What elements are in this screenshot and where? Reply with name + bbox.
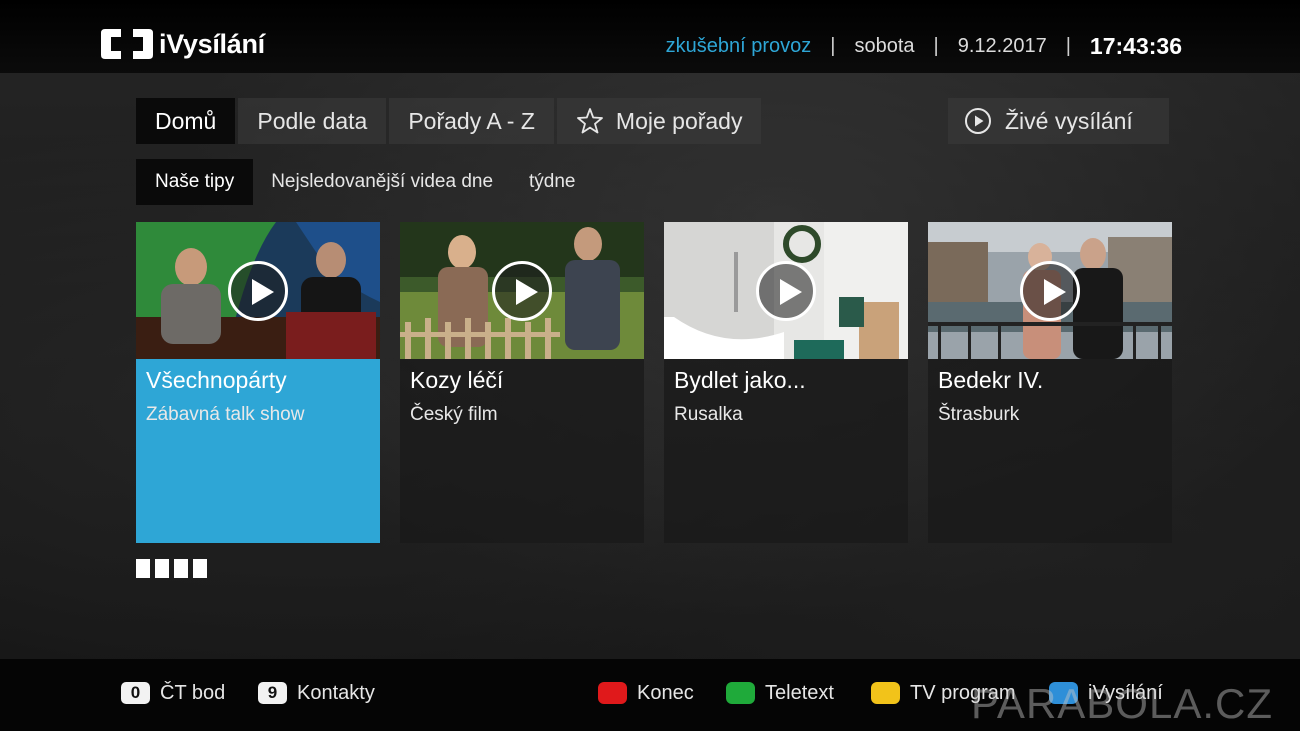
ivysilani-logo: iVysílání bbox=[99, 26, 265, 62]
hint-contacts[interactable]: 9 Kontakty bbox=[258, 680, 375, 706]
main-nav: Domů Podle data Pořady A - Z Moje pořady bbox=[136, 98, 764, 144]
watermark: PARABOLA.CZ bbox=[971, 680, 1273, 727]
program-title: Bydlet jako... bbox=[674, 367, 806, 393]
star-icon bbox=[577, 108, 603, 134]
program-subtitle: Zábavná talk show bbox=[146, 404, 305, 425]
program-subtitle: Štrasburk bbox=[938, 404, 1020, 425]
pager-dot[interactable] bbox=[155, 559, 169, 578]
play-icon bbox=[492, 261, 552, 321]
day-label: sobota bbox=[854, 34, 915, 57]
yellow-button-icon bbox=[871, 682, 900, 704]
subtab-most-watched-week[interactable]: týdne bbox=[511, 159, 593, 205]
program-thumbnail bbox=[664, 222, 908, 359]
live-label: Živé vysílání bbox=[1005, 107, 1133, 134]
program-subtitle: Rusalka bbox=[674, 404, 743, 425]
play-circle-icon bbox=[965, 108, 991, 134]
play-icon bbox=[1020, 261, 1080, 321]
program-card[interactable]: Všechnopárty Zábavná talk show bbox=[136, 222, 380, 543]
hint-label: Konec bbox=[637, 681, 694, 704]
subtab-most-watched-day[interactable]: Nejsledovanější videa dne bbox=[253, 159, 511, 205]
program-subtitle: Český film bbox=[410, 404, 498, 425]
subtab-label: týdne bbox=[529, 171, 576, 192]
tab-label: Pořady A - Z bbox=[408, 107, 535, 134]
program-thumbnail bbox=[928, 222, 1172, 359]
mode-label: zkušební provoz bbox=[665, 34, 812, 57]
live-broadcast-button[interactable]: Živé vysílání bbox=[948, 98, 1169, 144]
program-thumbnail bbox=[136, 222, 380, 359]
key-9-icon: 9 bbox=[258, 682, 287, 704]
subtab-our-tips[interactable]: Naše tipy bbox=[136, 159, 254, 205]
program-thumbnail bbox=[400, 222, 644, 359]
program-card[interactable]: Bydlet jako... Rusalka bbox=[664, 222, 908, 543]
hint-label: Kontakty bbox=[297, 681, 375, 704]
hint-ct-bod[interactable]: 0 ČT bod bbox=[121, 680, 225, 706]
program-title: Kozy léčí bbox=[410, 367, 504, 393]
top-bar: iVysílání zkušební provoz | sobota | 9.1… bbox=[0, 0, 1300, 73]
hint-label: Teletext bbox=[765, 681, 834, 704]
tab-my-programs[interactable]: Moje pořady bbox=[556, 98, 762, 144]
logo-text: iVysílání bbox=[159, 28, 265, 59]
red-button-icon bbox=[598, 682, 627, 704]
tab-label: Domů bbox=[155, 107, 217, 134]
tips-carousel: Všechnopárty Zábavná talk show Kozy léčí… bbox=[136, 222, 1172, 543]
key-0-icon: 0 bbox=[121, 682, 150, 704]
tab-label: Podle data bbox=[257, 107, 368, 134]
hint-label: ČT bod bbox=[160, 681, 226, 704]
clock: 17:43:36 bbox=[1089, 32, 1182, 59]
program-card[interactable]: Kozy léčí Český film bbox=[400, 222, 644, 543]
pager-dot[interactable] bbox=[174, 559, 188, 578]
red-button-exit[interactable]: Konec bbox=[598, 680, 694, 706]
pager-dot[interactable] bbox=[193, 559, 207, 578]
tab-by-date[interactable]: Podle data bbox=[238, 98, 387, 144]
green-button-teletext[interactable]: Teletext bbox=[726, 680, 834, 706]
carousel-pager bbox=[136, 559, 212, 578]
green-button-icon bbox=[726, 682, 755, 704]
subtab-label: Naše tipy bbox=[155, 171, 235, 192]
program-card[interactable]: Bedekr IV. Štrasburk bbox=[928, 222, 1172, 543]
ct-logo-icon bbox=[101, 29, 153, 59]
tab-programs-a-z[interactable]: Pořady A - Z bbox=[389, 98, 554, 144]
date-label: 9.12.2017 bbox=[957, 34, 1047, 57]
program-title: Bedekr IV. bbox=[938, 367, 1044, 393]
play-icon bbox=[756, 261, 816, 321]
tab-home[interactable]: Domů bbox=[136, 98, 236, 144]
pager-dot[interactable] bbox=[136, 559, 150, 578]
sub-nav: Naše tipy Nejsledovanější videa dne týdn… bbox=[136, 159, 594, 205]
program-title: Všechnopárty bbox=[146, 367, 287, 393]
play-icon bbox=[228, 261, 288, 321]
status-bar: zkušební provoz | sobota | 9.12.2017 | 1… bbox=[665, 32, 1182, 59]
subtab-label: Nejsledovanější videa dne bbox=[271, 171, 494, 192]
tab-label: Moje pořady bbox=[615, 107, 743, 134]
